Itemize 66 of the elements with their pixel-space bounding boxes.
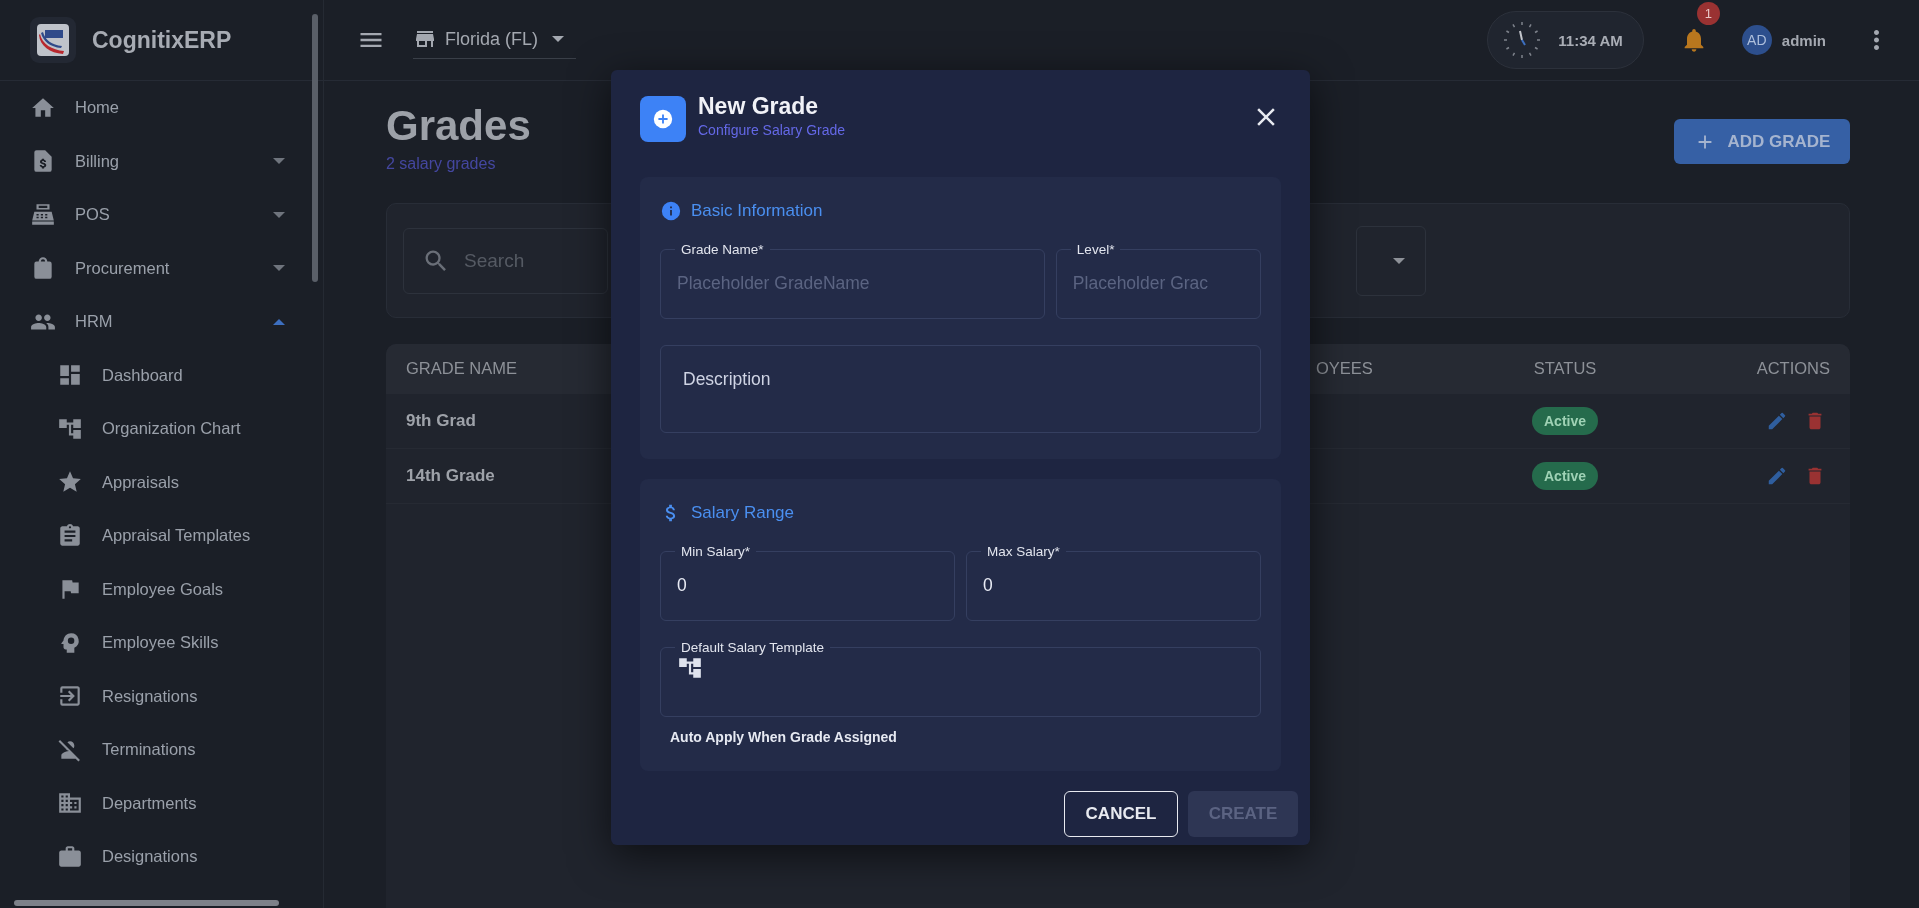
info-icon	[660, 200, 682, 222]
dialog-subtitle: Configure Salary Grade	[698, 122, 846, 138]
sidebar-item[interactable]: Appraisal Templates	[0, 509, 323, 563]
notification-badge: 1	[1696, 2, 1720, 25]
user-avatar[interactable]: AD	[1741, 25, 1772, 55]
sidebar-item[interactable]: Employee Goals	[0, 562, 323, 616]
placeholder-text: Placeholder Grac	[1072, 272, 1209, 294]
user-name: admin	[1781, 31, 1826, 49]
select-field[interactable]: Default Salary Template	[660, 641, 1261, 717]
table-cell: 14th Grade	[406, 466, 495, 487]
dialog-title: New Grade	[698, 93, 820, 120]
caret-icon	[552, 36, 564, 42]
sidebar-item[interactable]: Appraisals	[0, 455, 323, 509]
sidebar-item[interactable]: Procurement	[0, 241, 323, 295]
section-title: Basic Information	[691, 201, 823, 221]
column-header: GRADE NAME	[406, 359, 517, 379]
clock-icon	[1502, 20, 1543, 60]
store-select[interactable]: Florida (FL)	[413, 21, 576, 59]
field-label: Max Salary*	[987, 544, 1060, 559]
more-icon[interactable]	[1874, 30, 1879, 50]
column-header: STATUS	[1533, 359, 1597, 379]
clipboard-icon	[57, 522, 83, 549]
column-header: OYEES	[1316, 359, 1373, 379]
briefcase-icon	[57, 843, 83, 870]
sidebar-item[interactable]: Organization Chart	[0, 402, 323, 456]
field-label: Level*	[1076, 242, 1115, 257]
status-badge: Active	[1532, 462, 1598, 491]
scrollbar[interactable]	[14, 900, 279, 906]
dialog-button[interactable]: CANCEL	[1064, 791, 1178, 837]
page-subtitle: 2 salary grades	[386, 155, 496, 174]
field-label: Default Salary Template	[681, 640, 825, 655]
brand-name: CognitixERP	[92, 26, 232, 54]
status-badge: Active	[1532, 407, 1598, 436]
input-field[interactable]: Max Salary* 0	[966, 545, 1261, 621]
placeholder-text: Placeholder GradeName	[677, 272, 870, 294]
sidebar-item[interactable]: Billing	[0, 134, 323, 188]
caret-icon	[1393, 257, 1405, 264]
sidebar-item[interactable]: Departments	[0, 776, 323, 830]
filter-select[interactable]	[1356, 225, 1426, 296]
sidebar-item[interactable]: Designations	[0, 830, 323, 884]
sidebar-item[interactable]: Dashboard	[0, 348, 323, 402]
sidebar-item[interactable]: Terminations	[0, 723, 323, 777]
placeholder-text: Description	[683, 368, 771, 390]
column-header: ACTIONS	[1756, 359, 1831, 379]
logo-icon	[30, 17, 76, 63]
input-field[interactable]: Min Salary* 0	[660, 545, 955, 621]
register-icon	[30, 201, 56, 228]
add-icon	[640, 96, 686, 142]
field-value: 0	[983, 574, 993, 596]
page-title: Grades	[386, 103, 531, 150]
sidebar-item[interactable]: POS	[0, 188, 323, 242]
clock-widget: 11:34 AM	[1487, 11, 1644, 69]
description-field[interactable]: Description	[660, 345, 1261, 433]
section-title: Salary Range	[691, 503, 794, 523]
sidebar-item[interactable]: Employee Skills	[0, 616, 323, 670]
helper-text: Auto Apply When Grade Assigned	[670, 729, 898, 745]
field-label: Grade Name*	[681, 242, 764, 257]
sidebar-item[interactable]: Home	[0, 81, 323, 135]
sidebar-item[interactable]: Resignations	[0, 669, 323, 723]
table-cell: 9th Grad	[406, 411, 476, 432]
scrollbar[interactable]	[312, 14, 318, 282]
input-field[interactable]: Level* Placeholder Grac	[1055, 243, 1261, 319]
sidebar-item[interactable]: HRM	[0, 295, 323, 349]
field-value: 0	[677, 574, 687, 596]
input-field[interactable]: Grade Name* Placeholder GradeName	[660, 243, 1045, 319]
field-label: Min Salary*	[681, 544, 751, 559]
